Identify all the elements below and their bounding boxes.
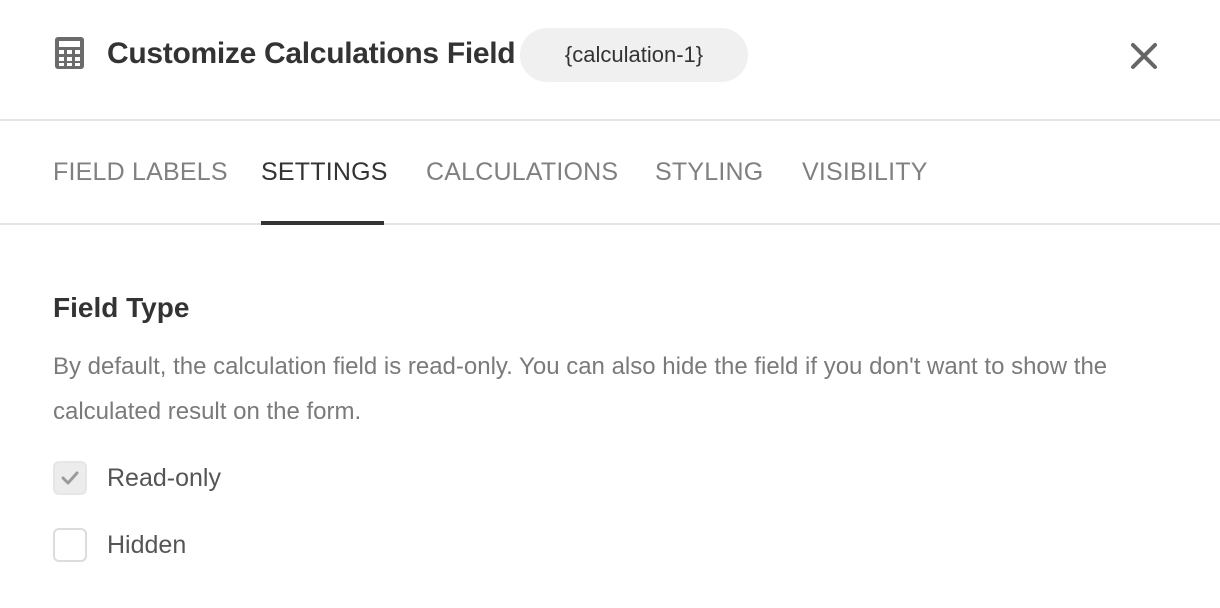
modal-title: Customize Calculations Field bbox=[107, 37, 516, 70]
section-title: Field Type bbox=[53, 292, 190, 323]
tab-bar: FIELD LABELS SETTINGS CALCULATIONS STYLI… bbox=[0, 121, 1220, 225]
calculator-icon bbox=[54, 36, 85, 70]
merge-tag-pill[interactable]: {calculation-1} bbox=[520, 28, 748, 82]
read-only-checkbox[interactable] bbox=[53, 461, 87, 495]
tab-field-labels[interactable]: FIELD LABELS bbox=[53, 121, 228, 223]
check-icon bbox=[61, 471, 79, 485]
tab-settings[interactable]: SETTINGS bbox=[261, 121, 387, 225]
tab-visibility[interactable]: VISIBILITY bbox=[802, 121, 928, 223]
hidden-checkbox[interactable] bbox=[53, 528, 87, 562]
read-only-label: Read-only bbox=[107, 464, 221, 492]
tab-calculations[interactable]: CALCULATIONS bbox=[426, 121, 618, 223]
section-description: By default, the calculation field is rea… bbox=[53, 353, 1108, 425]
modal-header: Customize Calculations Field {calculatio… bbox=[0, 0, 1220, 121]
tab-styling[interactable]: STYLING bbox=[655, 121, 763, 223]
hidden-label: Hidden bbox=[107, 531, 187, 559]
close-icon[interactable] bbox=[1128, 40, 1160, 72]
